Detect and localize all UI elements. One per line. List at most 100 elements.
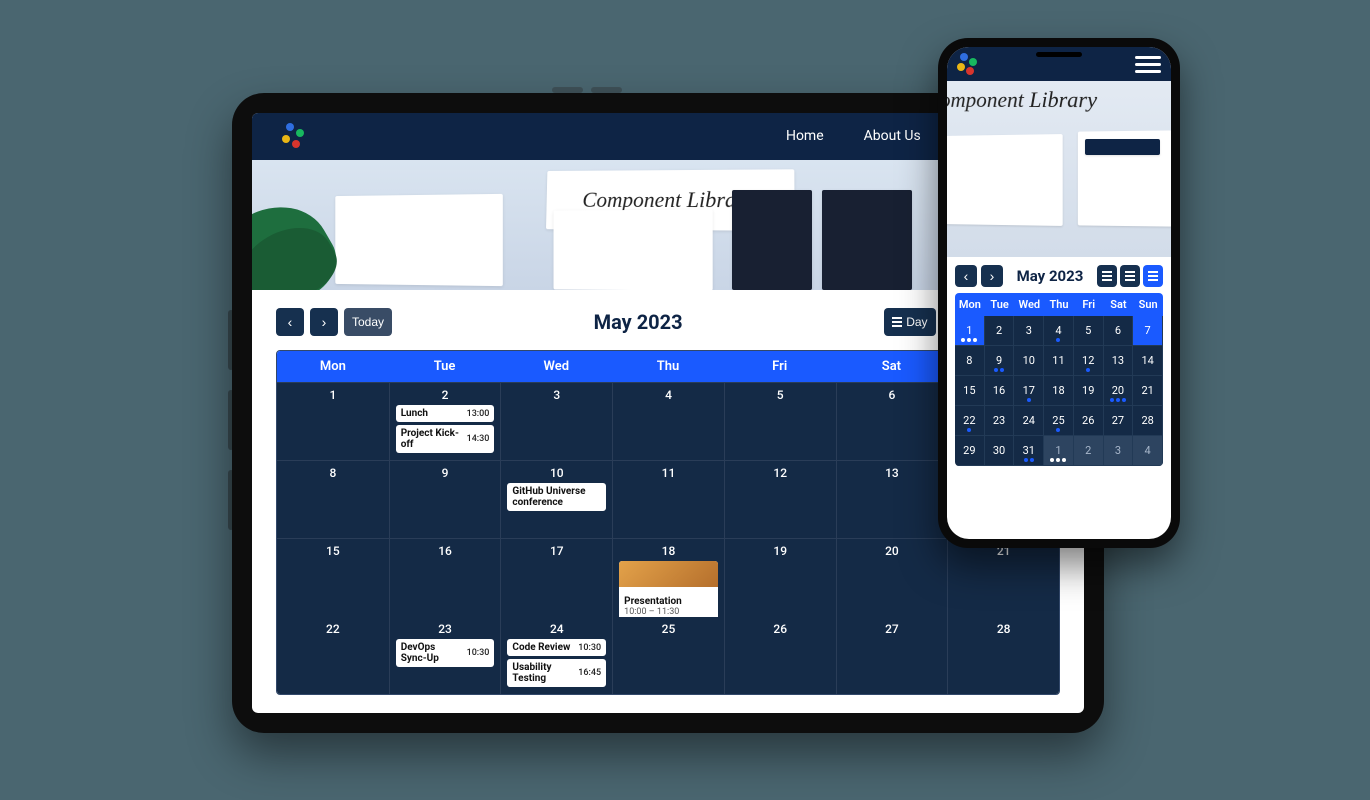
mini-calendar-day[interactable]: 2	[1074, 436, 1104, 466]
dow-header: Tue	[985, 293, 1015, 316]
mini-calendar-day[interactable]: 14	[1133, 346, 1163, 376]
calendar-day-cell[interactable]: 4	[612, 383, 724, 460]
mini-calendar-day[interactable]: 11	[1044, 346, 1074, 376]
today-button[interactable]: Today	[344, 308, 392, 336]
mini-calendar-day[interactable]: 19	[1074, 376, 1104, 406]
mini-calendar-day[interactable]: 25	[1044, 406, 1074, 436]
event-time: 14:30	[467, 434, 490, 444]
mini-calendar-day[interactable]: 20	[1104, 376, 1134, 406]
calendar-day-cell[interactable]: 22	[277, 617, 389, 694]
calendar-day-cell[interactable]: 5	[724, 383, 836, 460]
mini-calendar-day[interactable]: 28	[1133, 406, 1163, 436]
calendar-day-cell[interactable]: 9	[389, 461, 501, 538]
calendar-event[interactable]: Presentation10:00 – 11:30	[619, 561, 718, 620]
phone-notch	[1036, 52, 1082, 57]
prev-month-button[interactable]: ‹	[955, 265, 977, 287]
calendar-day-cell[interactable]: 2Lunch13:00Project Kick-off14:30	[389, 383, 501, 460]
day-number: 26	[731, 622, 830, 636]
mini-calendar: MonTueWedThuFriSatSun 123456789101112131…	[955, 293, 1163, 466]
calendar-day-cell[interactable]: 12	[724, 461, 836, 538]
calendar-event[interactable]: DevOps Sync-Up10:30	[396, 639, 495, 667]
calendar-event[interactable]: Lunch13:00	[396, 405, 495, 422]
mini-calendar-day[interactable]: 23	[985, 406, 1015, 436]
mini-calendar-day[interactable]: 1	[955, 316, 985, 346]
mini-calendar-day[interactable]: 18	[1044, 376, 1074, 406]
calendar-day-cell[interactable]: 8	[277, 461, 389, 538]
chevron-right-icon: ›	[990, 269, 995, 283]
day-number: 25	[1052, 414, 1064, 427]
calendar-day-cell[interactable]: 27	[836, 617, 948, 694]
calendar-day-cell[interactable]: 10GitHub Universe conference	[500, 461, 612, 538]
mini-calendar-day[interactable]: 9	[985, 346, 1015, 376]
mini-calendar-day[interactable]: 2	[985, 316, 1015, 346]
event-dots	[1056, 428, 1060, 432]
hero-decorative-card	[822, 190, 912, 290]
calendar-day-cell[interactable]: 11	[612, 461, 724, 538]
calendar-day-cell[interactable]: 17	[500, 539, 612, 625]
mini-calendar-day[interactable]: 1	[1044, 436, 1074, 466]
calendar-day-cell[interactable]: 19	[724, 539, 836, 625]
mini-calendar-day[interactable]: 13	[1104, 346, 1134, 376]
mini-calendar-day[interactable]: 8	[955, 346, 985, 376]
mini-calendar-day[interactable]: 26	[1074, 406, 1104, 436]
mini-calendar-day[interactable]: 6	[1104, 316, 1134, 346]
calendar-day-cell[interactable]: 6	[836, 383, 948, 460]
calendar-day-cell[interactable]: 20	[836, 539, 948, 625]
dow-header: Mon	[277, 351, 389, 382]
day-number: 11	[1052, 354, 1064, 367]
calendar-day-cell[interactable]: 1	[277, 383, 389, 460]
calendar-day-cell[interactable]: 26	[724, 617, 836, 694]
view-day-button[interactable]	[1097, 265, 1117, 287]
mini-calendar-day[interactable]: 27	[1104, 406, 1134, 436]
calendar-event[interactable]: Project Kick-off14:30	[396, 425, 495, 453]
mini-calendar-day[interactable]: 4	[1133, 436, 1163, 466]
mini-calendar-day[interactable]: 10	[1014, 346, 1044, 376]
next-month-button[interactable]: ›	[981, 265, 1003, 287]
calendar-day-cell[interactable]: 15	[277, 539, 389, 625]
calendar-day-cell[interactable]: 25	[612, 617, 724, 694]
mini-calendar-day[interactable]: 12	[1074, 346, 1104, 376]
calendar-day-cell[interactable]: 13	[836, 461, 948, 538]
calendar-event[interactable]: Code Review10:30	[507, 639, 606, 656]
mini-calendar-day[interactable]: 4	[1044, 316, 1074, 346]
calendar-day-cell[interactable]: 28	[947, 617, 1059, 694]
day-number: 5	[1085, 324, 1091, 337]
mini-calendar-day[interactable]: 15	[955, 376, 985, 406]
mini-calendar-day[interactable]: 31	[1014, 436, 1044, 466]
mini-calendar-day[interactable]: 22	[955, 406, 985, 436]
prev-month-button[interactable]: ‹	[276, 308, 304, 336]
calendar-day-cell[interactable]: 16	[389, 539, 501, 625]
chevron-left-icon: ‹	[288, 315, 293, 329]
nav-home[interactable]: Home	[786, 124, 824, 148]
mini-calendar-day[interactable]: 5	[1074, 316, 1104, 346]
day-number: 4	[1055, 324, 1061, 337]
mini-calendar-day[interactable]: 24	[1014, 406, 1044, 436]
day-number: 10	[1023, 354, 1035, 367]
mini-calendar-day[interactable]: 3	[1104, 436, 1134, 466]
view-week-button[interactable]	[1120, 265, 1140, 287]
mini-calendar-day[interactable]: 16	[985, 376, 1015, 406]
calendar-day-cell[interactable]: 24Code Review10:30Usability Testing16:45	[500, 617, 612, 694]
mini-calendar-day[interactable]: 29	[955, 436, 985, 466]
mini-calendar-day[interactable]: 21	[1133, 376, 1163, 406]
mini-calendar-day[interactable]: 7	[1133, 316, 1163, 346]
nav-about[interactable]: About Us	[864, 124, 921, 148]
calendar-event[interactable]: Usability Testing16:45	[507, 659, 606, 687]
list-icon	[1125, 271, 1135, 281]
day-number: 27	[1112, 414, 1124, 427]
dow-header: Thu	[1044, 293, 1074, 316]
view-month-button[interactable]	[1143, 265, 1163, 287]
calendar-day-cell[interactable]: 18Presentation10:00 – 11:30	[612, 539, 724, 625]
hamburger-menu-button[interactable]	[1135, 56, 1161, 73]
calendar-day-cell[interactable]: 21	[947, 539, 1059, 625]
calendar-event[interactable]: GitHub Universe conference	[507, 483, 606, 511]
view-day-button[interactable]: Day	[884, 308, 935, 336]
day-number: 18	[1052, 384, 1064, 397]
mini-calendar-day[interactable]: 17	[1014, 376, 1044, 406]
day-number: 2	[996, 324, 1002, 337]
mini-calendar-day[interactable]: 30	[985, 436, 1015, 466]
calendar-day-cell[interactable]: 3	[500, 383, 612, 460]
mini-calendar-day[interactable]: 3	[1014, 316, 1044, 346]
next-month-button[interactable]: ›	[310, 308, 338, 336]
calendar-day-cell[interactable]: 23DevOps Sync-Up10:30	[389, 617, 501, 694]
